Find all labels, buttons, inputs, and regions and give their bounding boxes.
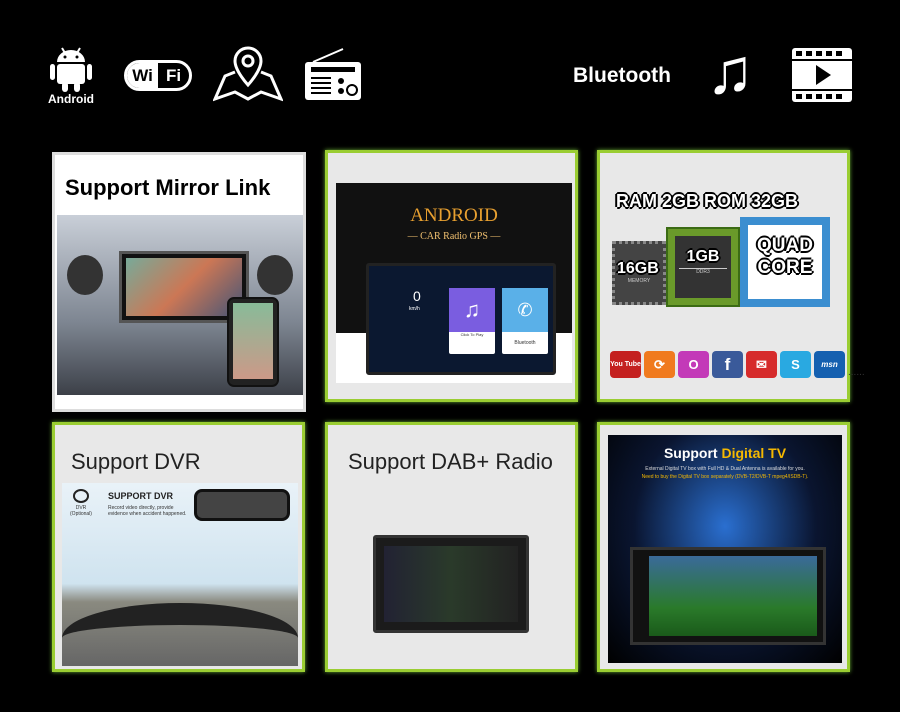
ram-value: 1GB [686, 248, 720, 265]
tv-title: Support Digital TV [608, 445, 842, 461]
ram-label: DDR3 [679, 268, 727, 275]
speed-unit: km/h [409, 306, 420, 312]
map-location-icon [213, 46, 283, 102]
dvr-icon: DVR (Optional) [68, 489, 94, 517]
card-android: ANDROID — CAR Radio GPS — 0 km/h ♫ Click… [325, 150, 578, 402]
memory-chip: 16GB MEMORY [612, 241, 666, 305]
card-title: Support DAB+ Radio [348, 449, 553, 474]
phone-icon: ✆ [502, 288, 548, 332]
wifi-left-text: Wi [127, 63, 158, 88]
card-mirror-link: Support Mirror Link [52, 152, 306, 412]
card-digital-tv: Support Digital TV External Digital TV b… [597, 422, 850, 672]
rearview-mirror [194, 489, 290, 521]
head-unit-screen: 0 km/h ♫ Click To Play ✆ Bluetooth [366, 263, 556, 375]
dvr-image: DVR (Optional) SUPPORT DVR Record video … [62, 483, 298, 666]
android-subtitle: — CAR Radio GPS — [407, 231, 501, 242]
card-title: Support Mirror Link [65, 175, 271, 200]
video-film-icon [792, 48, 852, 102]
android-feature: Android [48, 42, 94, 106]
radio-icon [305, 48, 361, 100]
tv-image: Support Digital TV External Digital TV b… [608, 435, 842, 663]
music-note-icon: ♫ [706, 35, 754, 107]
steering-wheel [62, 603, 298, 666]
mail-icon: ✉ [746, 351, 777, 378]
opera-icon: O [678, 351, 709, 378]
card-specs: RAM 2GB ROM 32GB 16GB MEMORY 1GB DDR3 QU… [597, 150, 865, 402]
cpu-line1: QUAD [757, 235, 813, 256]
card-dvr: Support DVR DVR (Optional) SUPPORT DVR R… [52, 422, 305, 672]
car-dashboard-image [57, 215, 303, 395]
android-title: ANDROID [410, 205, 498, 226]
ram-chip: 1GB DDR3 [666, 227, 740, 307]
specs-title: RAM 2GB ROM 32GB [616, 191, 799, 211]
dvr-icon-label: DVR (Optional) [70, 505, 92, 517]
phone-image [227, 297, 279, 387]
tv-head-unit [630, 547, 826, 645]
youtube-icon: You Tube [610, 351, 641, 378]
facebook-icon: f [712, 351, 743, 378]
music-caption: Click To Play [460, 332, 484, 337]
music-tile[interactable]: ♫ Click To Play [449, 288, 495, 354]
speed-value: 0 [413, 288, 421, 304]
dvr-heading: SUPPORT DVR [108, 491, 174, 501]
android-icon [50, 47, 92, 92]
more-ellipsis: ...... [848, 367, 865, 378]
android-label: Android [48, 92, 94, 106]
tv-title-yellow: Digital TV [721, 445, 787, 461]
wifi-right-text: Fi [165, 66, 182, 85]
bluetooth-label: Bluetooth [573, 64, 671, 87]
msn-icon: msn [814, 351, 845, 378]
tv-title-white: Support [663, 445, 722, 461]
tv-line2: Need to buy the Digital TV box separatel… [641, 474, 809, 480]
memory-label: MEMORY [627, 278, 651, 284]
bluetooth-caption: Bluetooth [514, 340, 536, 346]
dab-radio-screen [373, 535, 529, 633]
app-icons-row: You Tube ⟳ O f ✉ S msn ...... [610, 351, 865, 378]
wifi-icon: Wi Fi [124, 60, 192, 91]
card-title: Support DVR [71, 449, 201, 474]
tv-line1: External Digital TV box with Full HD & D… [645, 466, 805, 472]
cpu-chip: QUAD CORE [740, 217, 830, 307]
cpu-line2: CORE [757, 257, 813, 278]
dvr-description: Record video directly, provide evidence … [108, 505, 187, 517]
card-dab: Support DAB+ Radio [325, 422, 578, 672]
skype-icon: S [780, 351, 811, 378]
rss-reader-icon: ⟳ [644, 351, 675, 378]
memory-value: 16GB [617, 260, 659, 277]
bluetooth-tile[interactable]: ✆ Bluetooth [502, 288, 548, 354]
